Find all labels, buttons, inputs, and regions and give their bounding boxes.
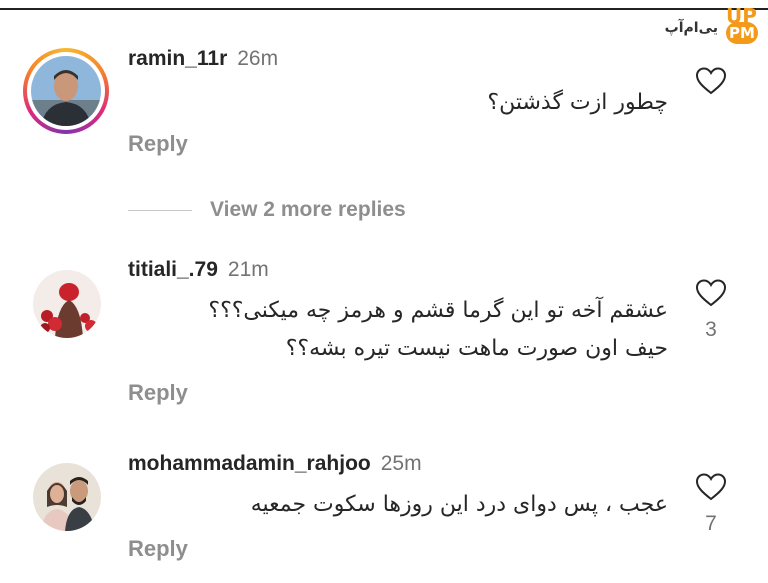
comment-line: حیف اون صورت ماهت نیست تیره بشه؟؟ <box>285 336 668 361</box>
watermark-text: یی‌ام‌آپ <box>664 20 718 36</box>
comment-text: عشقم آخه تو این گرما قشم و هرمز چه میکنی… <box>208 292 668 368</box>
like-count: 7 <box>705 512 717 535</box>
view-more-replies-button[interactable]: View 2 more replies <box>210 198 406 222</box>
comment-text: چطور ازت گذشتن؟ <box>487 84 668 122</box>
username-text[interactable]: titiali_.79 <box>128 258 218 281</box>
avatar[interactable] <box>31 56 101 126</box>
comment-line: عشقم آخه تو این گرما قشم و هرمز چه میکنی… <box>208 298 668 323</box>
reply-button[interactable]: Reply <box>128 131 188 157</box>
reply-button[interactable]: Reply <box>128 380 188 406</box>
comment-line: عجب ، پس دوای درد این روزها سکوت جمعیه <box>250 492 668 517</box>
timestamp: 26m <box>237 47 279 70</box>
profile-photo-couple-icon <box>33 463 101 531</box>
upm-logo-icon: UP PM <box>726 4 758 44</box>
profile-photo-man-icon <box>31 56 101 126</box>
profile-photo-roses-icon <box>33 270 101 338</box>
comment-line: چطور ازت گذشتن؟ <box>487 90 668 115</box>
username[interactable]: titiali_.79 21m <box>128 258 269 282</box>
username[interactable]: mohammadamin_rahjoo 25m <box>128 452 422 476</box>
heart-icon[interactable] <box>695 66 727 96</box>
top-border <box>0 8 768 10</box>
watermark-logo: یی‌ام‌آپ UP PM <box>665 2 764 48</box>
like-count: 3 <box>705 318 717 341</box>
comment-text: عجب ، پس دوای درد این روزها سکوت جمعیه <box>251 486 668 524</box>
timestamp: 25m <box>380 452 422 475</box>
divider-line <box>128 210 192 211</box>
story-ring[interactable] <box>23 48 109 134</box>
reply-button[interactable]: Reply <box>128 536 188 562</box>
heart-icon[interactable] <box>695 472 727 502</box>
username-text[interactable]: ramin_11r <box>128 47 227 70</box>
username[interactable]: ramin_11r 26m <box>128 47 278 71</box>
heart-icon[interactable] <box>695 278 727 308</box>
avatar[interactable] <box>33 270 101 338</box>
username-text[interactable]: mohammadamin_rahjoo <box>128 452 371 475</box>
timestamp: 21m <box>227 258 269 281</box>
avatar[interactable] <box>33 463 101 531</box>
